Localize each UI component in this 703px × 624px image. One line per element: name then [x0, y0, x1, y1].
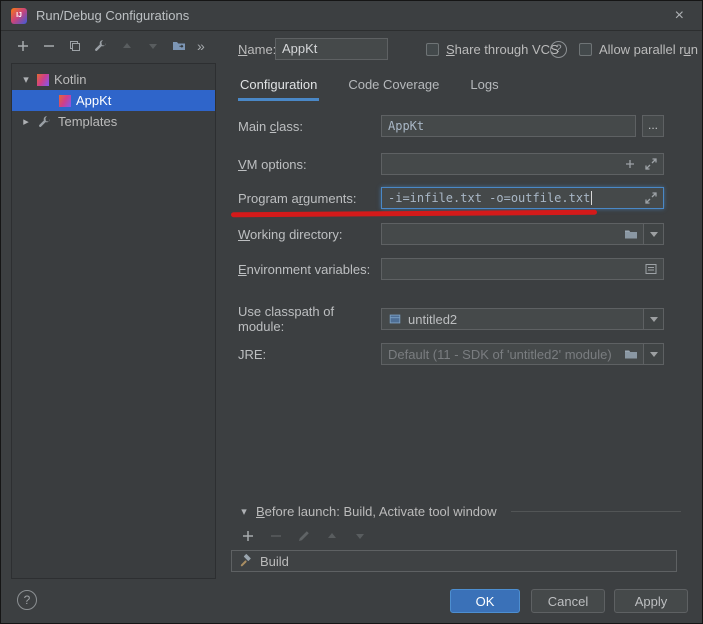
program-arguments-label: Program arguments: [238, 191, 381, 206]
expand-editor-icon[interactable] [643, 190, 659, 206]
section-divider [511, 511, 681, 512]
templates-wrench-icon [37, 114, 53, 130]
chevron-right-icon[interactable]: ▸ [20, 115, 32, 128]
title-bar: IJ Run/Debug Configurations × [1, 1, 702, 31]
environment-variables-label: Environment variables: [238, 262, 381, 277]
before-launch-label: Before launch: Build, Activate tool wind… [256, 504, 497, 519]
run-debug-configurations-dialog: IJ Run/Debug Configurations × » Name: Ap… [0, 0, 703, 624]
tree-item-templates[interactable]: ▸ Templates [12, 111, 215, 132]
build-hammer-icon [238, 553, 254, 569]
expand-editor-icon[interactable] [643, 156, 659, 172]
configurations-toolbar: » [15, 36, 205, 56]
new-folder-icon[interactable] [171, 38, 187, 54]
folder-icon[interactable] [623, 226, 639, 242]
tree-item-label: Kotlin [54, 72, 87, 87]
working-directory-dropdown-button[interactable] [643, 224, 663, 244]
intellij-logo-icon: IJ [11, 8, 27, 24]
program-arguments-value: -i=infile.txt -o=outfile.txt [388, 191, 590, 205]
window-title: Run/Debug Configurations [36, 8, 189, 23]
jre-combobox[interactable]: Default (11 - SDK of 'untitled2' module) [381, 343, 664, 365]
add-icon[interactable] [15, 38, 31, 54]
working-directory-label: Working directory: [238, 227, 381, 242]
ok-button[interactable]: OK [450, 589, 520, 613]
tab-code-coverage[interactable]: Code Coverage [346, 71, 441, 101]
working-directory-field[interactable] [381, 223, 664, 245]
module-icon [388, 312, 402, 326]
classpath-module-combobox[interactable]: untitled2 [381, 308, 664, 330]
remove-icon[interactable] [268, 528, 284, 544]
configuration-panel: Configuration Code Coverage Logs Main cl… [223, 63, 689, 579]
classpath-module-label: Use classpath of module: [238, 304, 381, 334]
move-down-icon[interactable] [352, 528, 368, 544]
allow-parallel-run-label: Allow parallel run [599, 42, 698, 57]
vm-options-label: VM options: [238, 157, 381, 172]
tree-item-label: Templates [58, 114, 117, 129]
name-input[interactable]: AppKt [275, 38, 388, 60]
share-vcs-label: Share through VCS [446, 42, 559, 57]
move-up-icon[interactable] [324, 528, 340, 544]
jre-label: JRE: [238, 347, 381, 362]
help-button[interactable]: ? [17, 590, 37, 610]
before-launch-toolbar [240, 528, 368, 544]
dropdown-arrow-icon [650, 232, 658, 237]
program-arguments-field[interactable]: -i=infile.txt -o=outfile.txt [381, 187, 664, 209]
name-value: AppKt [282, 41, 317, 56]
chevron-down-icon[interactable]: ▾ [238, 505, 250, 518]
edit-pencil-icon[interactable] [296, 528, 312, 544]
add-icon[interactable] [240, 528, 256, 544]
chevron-down-icon[interactable]: ▾ [20, 73, 32, 86]
tree-item-kotlin[interactable]: ▾ Kotlin [12, 69, 215, 90]
before-launch-section[interactable]: ▾ Before launch: Build, Activate tool wi… [238, 504, 681, 519]
tree-item-label: AppKt [76, 93, 111, 108]
move-down-icon[interactable] [145, 38, 161, 54]
cancel-button[interactable]: Cancel [531, 589, 605, 613]
main-class-label: Main class: [238, 119, 381, 134]
dropdown-arrow-icon [650, 317, 658, 322]
text-caret [591, 191, 592, 205]
main-class-browse-button[interactable]: ... [642, 115, 664, 137]
vm-options-field[interactable] [381, 153, 664, 175]
move-up-icon[interactable] [119, 38, 135, 54]
jre-value: Default (11 - SDK of 'untitled2' module) [388, 347, 612, 362]
share-vcs-checkbox[interactable] [426, 43, 439, 56]
remove-icon[interactable] [41, 38, 57, 54]
classpath-module-value: untitled2 [408, 312, 457, 327]
folder-icon[interactable] [623, 346, 639, 362]
name-label: Name: [238, 42, 276, 57]
before-launch-item-label[interactable]: Build [260, 554, 289, 569]
configurations-tree: ▾ Kotlin AppKt ▸ Templates [11, 63, 216, 579]
dropdown-arrow-icon [650, 352, 658, 357]
more-actions-icon[interactable]: » [197, 38, 205, 54]
classpath-module-dropdown-button[interactable] [643, 309, 663, 329]
tab-bar: Configuration Code Coverage Logs [238, 71, 501, 101]
tab-logs[interactable]: Logs [468, 71, 500, 101]
environment-variables-field[interactable] [381, 258, 664, 280]
tree-item-appkt[interactable]: AppKt [12, 90, 215, 111]
copy-icon[interactable] [67, 38, 83, 54]
kotlin-icon [59, 95, 71, 107]
share-vcs-help-icon[interactable]: ? [550, 41, 567, 58]
apply-button[interactable]: Apply [614, 589, 688, 613]
before-launch-list: Build [231, 550, 677, 572]
allow-parallel-run-checkbox[interactable] [579, 43, 592, 56]
edit-templates-wrench-icon[interactable] [93, 38, 109, 54]
tab-configuration[interactable]: Configuration [238, 71, 319, 101]
jre-dropdown-button[interactable] [643, 344, 663, 364]
browse-env-vars-icon[interactable] [643, 261, 659, 277]
kotlin-icon [37, 74, 49, 86]
close-icon[interactable]: × [667, 6, 692, 26]
main-class-value: AppKt [388, 119, 424, 133]
add-icon[interactable] [622, 156, 638, 172]
main-class-field[interactable]: AppKt [381, 115, 636, 137]
